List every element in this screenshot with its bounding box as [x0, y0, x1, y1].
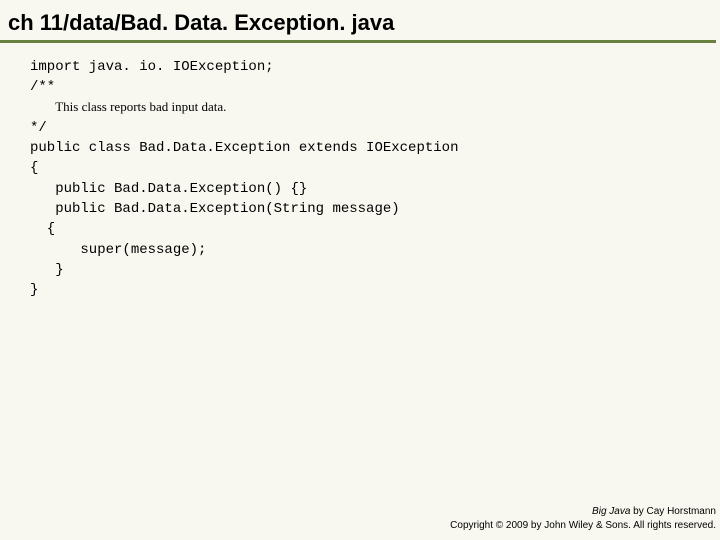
code-line: public Bad.Data.Exception(String message… [30, 199, 712, 219]
footer: Big Java by Cay Horstmann Copyright © 20… [450, 505, 716, 532]
comment-indent [30, 100, 55, 116]
code-line: public Bad.Data.Exception() {} [30, 179, 712, 199]
book-author: by Cay Horstmann [630, 506, 716, 517]
code-line: /** [30, 77, 712, 97]
code-line: { [30, 219, 712, 239]
code-line: */ [30, 118, 712, 138]
book-title: Big Java [592, 506, 630, 517]
code-line: } [30, 280, 712, 300]
footer-line-1: Big Java by Cay Horstmann [450, 505, 716, 519]
code-line: import java. io. IOException; [30, 57, 712, 77]
code-line: } [30, 260, 712, 280]
footer-copyright: Copyright © 2009 by John Wiley & Sons. A… [450, 519, 716, 533]
comment-text: This class reports bad input data. [55, 99, 226, 114]
code-block: import java. io. IOException; /** This c… [0, 43, 720, 301]
code-line: { [30, 158, 712, 178]
code-comment-line: This class reports bad input data. [30, 98, 712, 118]
code-line: super(message); [30, 240, 712, 260]
page-title: ch 11/data/Bad. Data. Exception. java [0, 0, 716, 43]
code-line: public class Bad.Data.Exception extends … [30, 138, 712, 158]
